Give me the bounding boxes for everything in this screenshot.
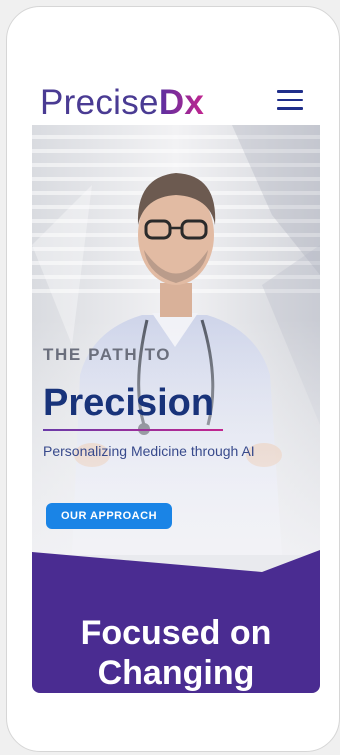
our-approach-button[interactable]: OUR APPROACH: [46, 503, 172, 529]
title-underline-divider: [43, 429, 223, 431]
phone-frame: PreciseDx THE PATH TO Precision Personal…: [6, 6, 340, 752]
menu-bar: [277, 98, 303, 102]
section-heading: Focused on Changing: [32, 613, 320, 693]
doctor-hero-image: [32, 125, 320, 555]
hero-banner: THE PATH TO Precision Personalizing Medi…: [32, 125, 320, 693]
menu-bar: [277, 90, 303, 93]
site-header: PreciseDx: [7, 7, 339, 125]
section-heading-line2: Changing: [97, 654, 255, 692]
section-heading-line1: Focused on: [80, 614, 272, 652]
precisedx-logo[interactable]: PreciseDx: [40, 83, 204, 123]
logo-text-main: Precise: [40, 83, 159, 122]
hero-title: Precision: [43, 382, 215, 424]
menu-bar: [277, 107, 303, 110]
hamburger-menu-icon[interactable]: [277, 87, 307, 113]
hero-kicker: THE PATH TO: [43, 345, 172, 364]
hero-subtitle: Personalizing Medicine through AI: [43, 443, 255, 459]
logo-text-accent: Dx: [158, 83, 205, 122]
